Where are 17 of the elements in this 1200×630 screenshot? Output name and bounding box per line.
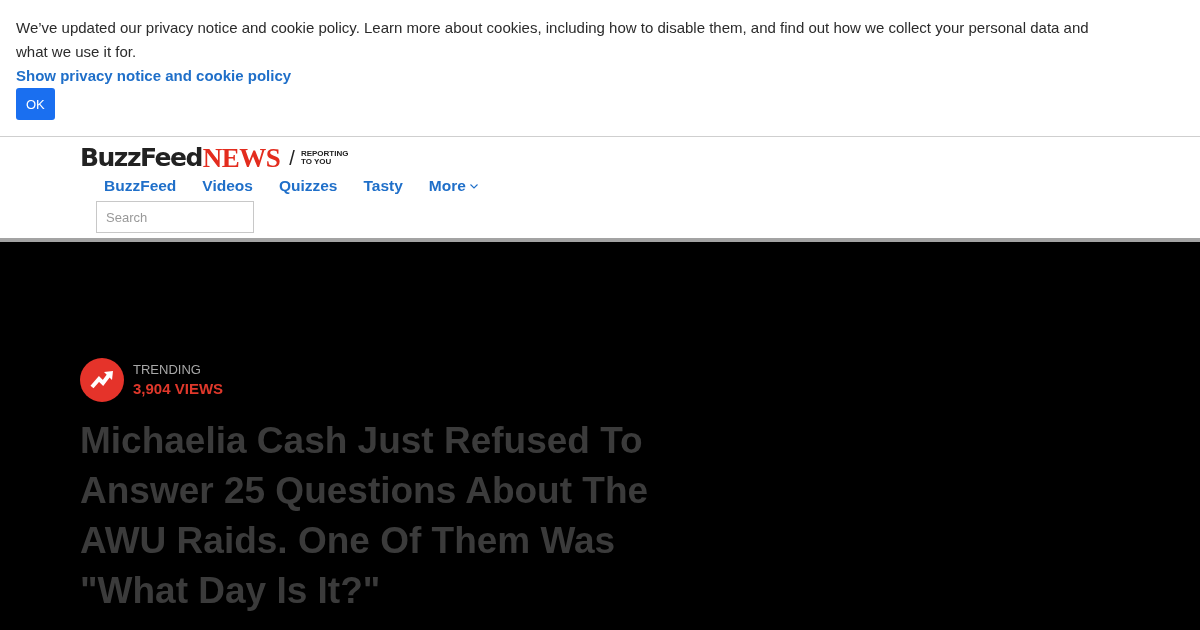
- section-wordmark[interactable]: NEWS: [202, 145, 281, 171]
- trending-label: TRENDING: [133, 361, 202, 379]
- search-field[interactable]: Search: [96, 201, 254, 233]
- nav-link[interactable]: Quizzes: [265, 177, 351, 195]
- slash-separator: /: [289, 148, 295, 168]
- nav-dropdown[interactable]: More: [415, 177, 491, 195]
- caret-icon: [469, 183, 478, 189]
- brand-wordmark[interactable]: BuzzFeed: [80, 145, 202, 171]
- logo-tagline: REPORTING TO YOU: [300, 150, 349, 166]
- nav-link[interactable]: Videos: [189, 177, 266, 195]
- nav-link[interactable]: BuzzFeed: [90, 177, 190, 195]
- ok-button[interactable]: OK: [16, 88, 55, 120]
- privacy-policy-link[interactable]: Show privacy notice and cookie policy: [16, 64, 292, 88]
- nav-link[interactable]: Tasty: [350, 177, 416, 195]
- cookie-notice-text: We’ve updated our privacy notice and cookie policy. Learn more about cookies, including how to disable them, and find out how we collect your personal data and what we use it for.: [16, 18, 1090, 62]
- view-count: 3,904 VIEWS: [133, 379, 224, 399]
- article-headline: Michaelia Cash Just Refused To Answer 25 Questions About The AWU Raids. One Of Them Was "What Day Is It?": [80, 419, 650, 613]
